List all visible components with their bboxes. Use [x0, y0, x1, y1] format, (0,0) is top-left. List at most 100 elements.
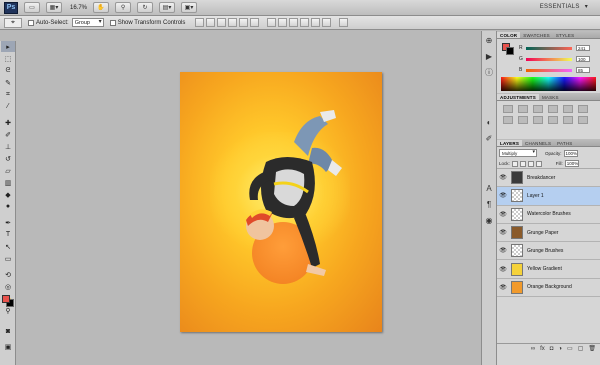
vibrance-icon[interactable]	[563, 105, 573, 113]
levels-icon[interactable]	[518, 105, 528, 113]
crop-tool-icon[interactable]: ⌗	[1, 89, 15, 100]
distribute-vcenter-icon[interactable]	[278, 18, 288, 27]
document-canvas[interactable]	[180, 72, 382, 332]
clone-stamp-tool-icon[interactable]: ⊥	[1, 141, 15, 152]
posterize-icon[interactable]	[578, 116, 588, 124]
lasso-tool-icon[interactable]: ᘓ	[1, 65, 15, 76]
pen-tool-icon[interactable]: ✒	[1, 217, 15, 228]
lock-position-icon[interactable]	[527, 160, 534, 167]
type-tool-icon[interactable]: T	[1, 229, 15, 240]
lock-transparent-icon[interactable]	[511, 160, 518, 167]
align-left-icon[interactable]	[228, 18, 238, 27]
opacity-input[interactable]: 100%	[563, 149, 578, 157]
arrange-documents-button[interactable]: ▤▾	[159, 2, 176, 13]
zoom-tool-button[interactable]: ⚲	[115, 2, 132, 13]
dodge-tool-icon[interactable]: ●	[1, 201, 15, 212]
blend-mode-dropdown[interactable]: Multiply	[499, 149, 537, 157]
shape-tool-icon[interactable]: ▭	[1, 253, 15, 264]
delete-layer-icon[interactable]: 🗑	[588, 345, 596, 352]
show-transform-checkbox[interactable]	[109, 19, 116, 26]
blue-value[interactable]: 85	[576, 67, 590, 73]
brush-tool-icon[interactable]: ✐	[1, 129, 15, 140]
visibility-eye-icon[interactable]: 👁	[499, 265, 507, 273]
tab-layers[interactable]: LAYERS	[497, 140, 523, 146]
lock-pixels-icon[interactable]	[519, 160, 526, 167]
invert-icon[interactable]	[563, 116, 573, 124]
clone-source-panel-icon[interactable]: ◉	[484, 215, 494, 225]
new-group-icon[interactable]: ▭	[567, 345, 573, 352]
layer-row[interactable]: 👁 Grunge Paper	[497, 223, 600, 243]
layer-row[interactable]: 👁 Layer 1	[497, 187, 600, 206]
fill-input[interactable]: 100%	[564, 160, 579, 167]
tab-paths[interactable]: PATHS	[554, 140, 575, 146]
align-bottom-icon[interactable]	[217, 18, 227, 27]
visibility-eye-icon[interactable]: 👁	[499, 283, 507, 291]
gradient-tool-icon[interactable]: ▥	[1, 177, 15, 188]
actions-panel-icon[interactable]: ▶	[484, 51, 494, 61]
align-hcenter-icon[interactable]	[239, 18, 249, 27]
history-brush-tool-icon[interactable]: ↺	[1, 153, 15, 164]
color-balance-icon[interactable]	[503, 116, 513, 124]
color-panel-background[interactable]	[506, 47, 514, 55]
path-selection-tool-icon[interactable]: ↖	[1, 241, 15, 252]
history-panel-icon[interactable]: ⊕	[484, 35, 494, 45]
3d-orbit-tool-icon[interactable]: ◎	[1, 281, 15, 292]
distribute-left-icon[interactable]	[300, 18, 310, 27]
black-white-icon[interactable]	[518, 116, 528, 124]
layer-row[interactable]: 👁 Yellow Gradient	[497, 260, 600, 279]
hue-saturation-icon[interactable]	[578, 105, 588, 113]
channel-mixer-icon[interactable]	[548, 116, 558, 124]
bridge-button[interactable]: ▭	[24, 2, 40, 13]
visibility-eye-icon[interactable]: 👁	[499, 192, 507, 200]
eyedropper-tool-icon[interactable]: ⁄	[1, 101, 15, 112]
visibility-eye-icon[interactable]: 👁	[499, 174, 507, 182]
curves-icon[interactable]	[533, 105, 543, 113]
align-vcenter-icon[interactable]	[206, 18, 216, 27]
eraser-tool-icon[interactable]: ▱	[1, 165, 15, 176]
quick-mask-icon[interactable]: ◙	[1, 326, 15, 337]
tab-masks[interactable]: MASKS	[539, 94, 562, 100]
green-value[interactable]: 100	[576, 56, 590, 62]
visibility-eye-icon[interactable]: 👁	[499, 247, 507, 255]
distribute-hcenter-icon[interactable]	[311, 18, 321, 27]
new-adjustment-icon[interactable]: ◑	[558, 346, 562, 352]
auto-align-icon[interactable]	[339, 18, 349, 27]
view-extras-button[interactable]: ▦▾	[46, 2, 62, 13]
paragraph-panel-icon[interactable]: ¶	[484, 199, 494, 209]
color-spectrum[interactable]	[501, 77, 596, 91]
photo-filter-icon[interactable]	[533, 116, 543, 124]
layer-comps-icon[interactable]: ◐	[484, 117, 494, 127]
screen-mode-icon[interactable]: ▣	[1, 341, 15, 352]
layer-row[interactable]: 👁 Orange Background	[497, 278, 600, 298]
distribute-bottom-icon[interactable]	[289, 18, 299, 27]
marquee-tool-icon[interactable]: ⬚	[1, 53, 15, 64]
exposure-icon[interactable]	[548, 105, 558, 113]
brightness-icon[interactable]	[503, 105, 513, 113]
info-panel-icon[interactable]: ⓘ	[484, 67, 494, 77]
3d-rotate-tool-icon[interactable]: ⟲	[1, 269, 15, 280]
move-tool-icon[interactable]: ▸	[1, 41, 15, 52]
align-top-icon[interactable]	[195, 18, 205, 27]
link-layers-icon[interactable]: ∞	[531, 346, 535, 352]
layer-row[interactable]: 👁 Grunge Brushes	[497, 242, 600, 261]
distribute-right-icon[interactable]	[322, 18, 332, 27]
quick-select-tool-icon[interactable]: ✎	[1, 77, 15, 88]
brushes-panel-icon[interactable]: ✐	[484, 133, 494, 143]
lock-all-icon[interactable]	[535, 160, 542, 167]
character-panel-icon[interactable]: A	[484, 183, 494, 193]
healing-brush-tool-icon[interactable]: ✚	[1, 117, 15, 128]
layer-row[interactable]: 👁 Watercolor Brushes	[497, 205, 600, 224]
tool-preset-picker[interactable]: ⌖	[4, 17, 22, 28]
zoom-level[interactable]: 16.7%	[70, 5, 87, 11]
workspace-switcher[interactable]: ESSENTIALS ▾	[537, 3, 588, 10]
rotate-view-button[interactable]: ↻	[137, 2, 154, 13]
screen-mode-button[interactable]: ▣▾	[181, 2, 198, 13]
align-right-icon[interactable]	[250, 18, 260, 27]
visibility-eye-icon[interactable]: 👁	[499, 210, 507, 218]
auto-select-dropdown[interactable]: Group	[71, 18, 104, 27]
blue-slider[interactable]	[526, 68, 572, 72]
tab-channels[interactable]: CHANNELS	[522, 140, 554, 146]
tab-color[interactable]: COLOR	[497, 32, 521, 38]
red-slider[interactable]	[526, 46, 572, 50]
tab-styles[interactable]: STYLES	[553, 32, 577, 38]
